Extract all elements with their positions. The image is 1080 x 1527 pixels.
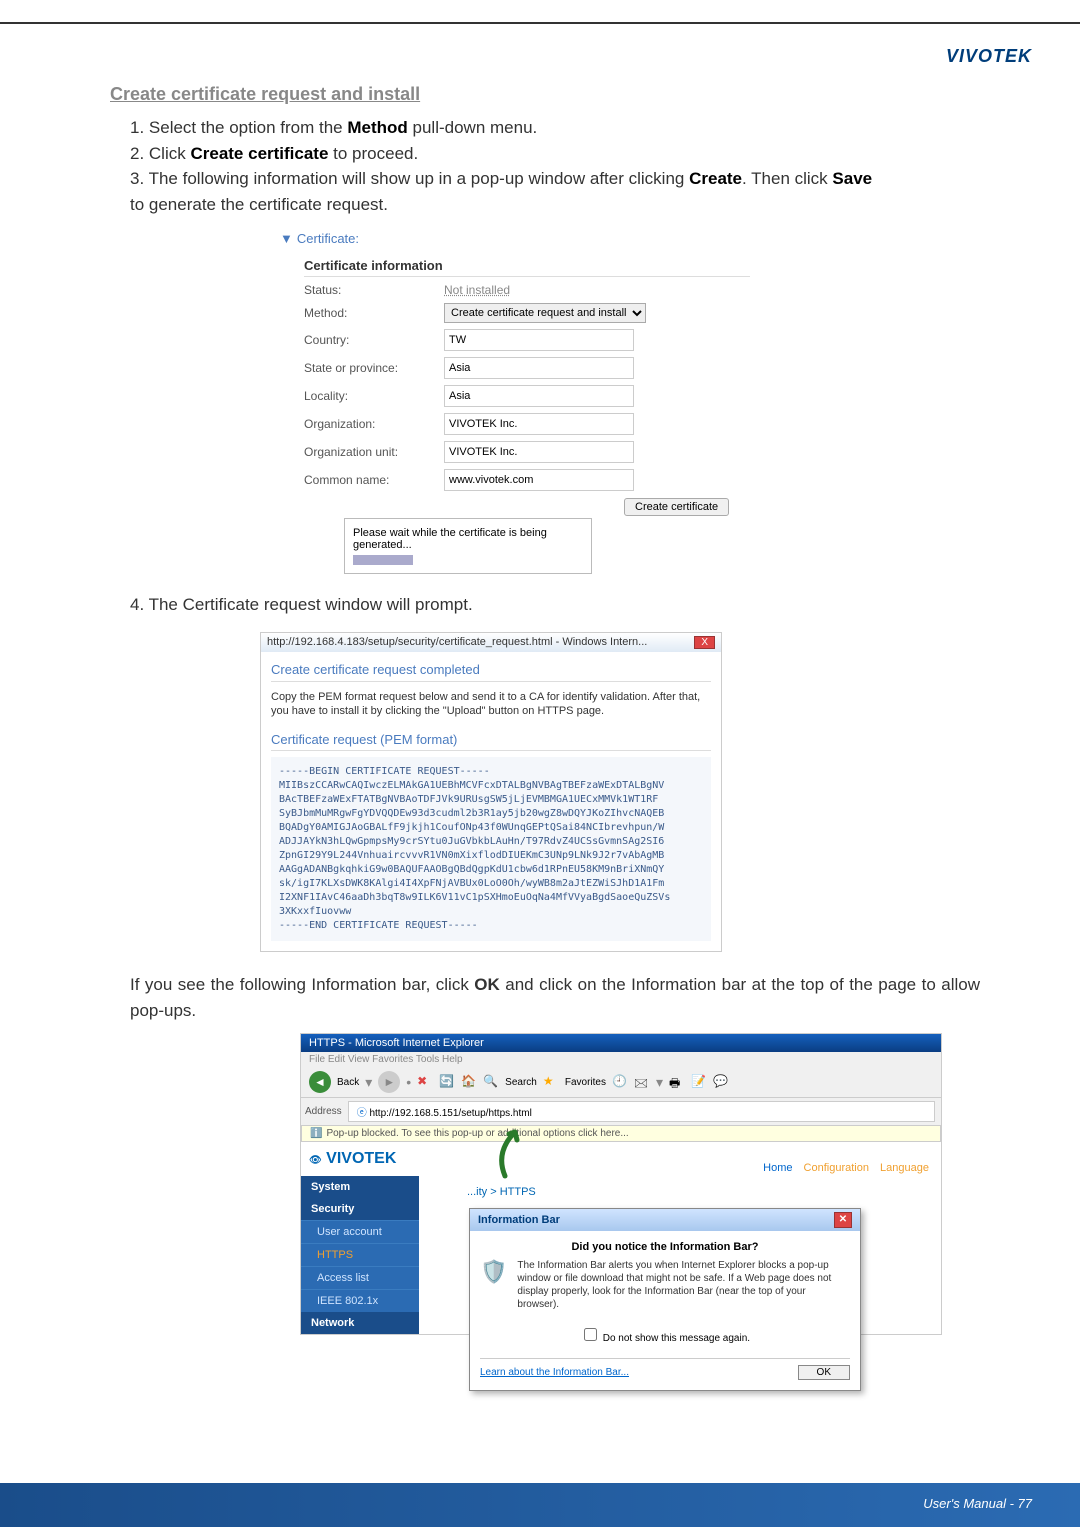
vivotek-logo: 👁 VIVOTEK [301,1142,419,1176]
collapse-icon: ▼ [280,231,293,246]
learn-link[interactable]: Learn about the Information Bar... [480,1367,629,1378]
ie-toolbar: ◄ Back ▾ ► • ✖ 🔄 🏠 🔍 Search ★ Favorites … [301,1067,941,1098]
search-icon[interactable]: 🔍 [483,1074,499,1090]
brand-label: VIVOTEK [946,46,1032,67]
history-icon[interactable]: 🕘 [612,1074,628,1090]
ie-menubar: File Edit View Favorites Tools Help [301,1052,941,1067]
pem-header: Certificate request (PEM format) [271,732,711,751]
address-bar[interactable]: ⓔ http://192.168.5.151/setup/https.html [348,1101,935,1122]
dont-show-checkbox[interactable] [584,1328,597,1341]
top-links: Home Configuration Language [755,1162,929,1174]
ie-titlebar: HTTPS - Microsoft Internet Explorer [301,1034,941,1052]
common-input[interactable] [444,469,634,491]
home-icon[interactable]: 🏠 [461,1074,477,1090]
org-input[interactable] [444,413,634,435]
sidebar-item-network[interactable]: Network [301,1312,419,1334]
checkbox-row[interactable]: Do not show this message again. [480,1325,850,1344]
discuss-icon[interactable]: 💬 [713,1074,729,1090]
request-completed-header: Create certificate request completed [271,662,711,682]
close-icon[interactable]: X [694,636,715,649]
close-icon[interactable]: ✕ [834,1212,852,1228]
home-link[interactable]: Home [763,1162,792,1174]
refresh-icon[interactable]: 🔄 [439,1074,455,1090]
favorites-icon[interactable]: ★ [543,1074,559,1090]
info-bar-dialog: Information Bar✕ Did you notice the Info… [469,1208,861,1391]
pem-text: -----BEGIN CERTIFICATE REQUEST----- MIIB… [271,757,711,941]
page-footer: User's Manual - 77 [923,1496,1032,1511]
state-input[interactable] [444,357,634,379]
sidebar-item-ieee[interactable]: IEEE 802.1x [301,1289,419,1312]
back-icon[interactable]: ◄ [309,1071,331,1093]
locality-input[interactable] [444,385,634,407]
language-link[interactable]: Language [880,1162,929,1174]
cert-request-window: http://192.168.4.183/setup/security/cert… [260,632,722,953]
info-icon: ℹ️ [310,1128,322,1139]
stop-icon[interactable]: ✖ [417,1074,433,1090]
cert-info-header: Certificate information [304,258,750,277]
popup-blocked-bar[interactable]: ℹ️Pop-up blocked. To see this pop-up or … [301,1125,941,1142]
sidebar-item-security[interactable]: Security [301,1198,419,1220]
method-select[interactable]: Create certificate request and install [444,303,646,323]
request-instructions: Copy the PEM format request below and se… [271,690,711,719]
print-icon[interactable]: 🖶 [669,1074,685,1090]
sidebar-item-access[interactable]: Access list [301,1266,419,1289]
window-title: http://192.168.4.183/setup/security/cert… [267,636,647,649]
sidebar-item-user[interactable]: User account [301,1220,419,1243]
sidebar-item-https[interactable]: HTTPS [301,1243,419,1266]
sidebar-menu: System Security User account HTTPS Acces… [301,1176,419,1334]
configuration-link[interactable]: Configuration [804,1162,869,1174]
orgunit-input[interactable] [444,441,634,463]
sidebar-item-system[interactable]: System [301,1176,419,1198]
dialog-question: Did you notice the Information Bar? [480,1241,850,1253]
ie-window-screenshot: HTTPS - Microsoft Internet Explorer File… [300,1033,942,1335]
steps-list: 1. Select the option from the Method pul… [110,115,1000,217]
mail-icon[interactable]: 🖂 [634,1074,650,1090]
dialog-body: The Information Bar alerts you when Inte… [517,1259,850,1311]
certificate-form-screenshot: ▼Certificate: Certificate information St… [280,231,750,574]
ok-button[interactable]: OK [798,1365,850,1380]
arrow-icon [465,1122,545,1180]
step-4: 4. The Certificate request window will p… [110,592,1000,618]
section-title: Create certificate request and install [110,84,1000,105]
info-bar-paragraph: If you see the following Information bar… [110,972,1000,1023]
forward-icon[interactable]: ► [378,1071,400,1093]
shield-icon: 🛡️ [480,1259,507,1287]
wait-box: Please wait while the certificate is bei… [344,518,592,574]
country-input[interactable] [444,329,634,351]
create-certificate-button[interactable]: Create certificate [624,498,729,516]
progress-bar [353,555,413,565]
edit-icon[interactable]: 📝 [691,1074,707,1090]
